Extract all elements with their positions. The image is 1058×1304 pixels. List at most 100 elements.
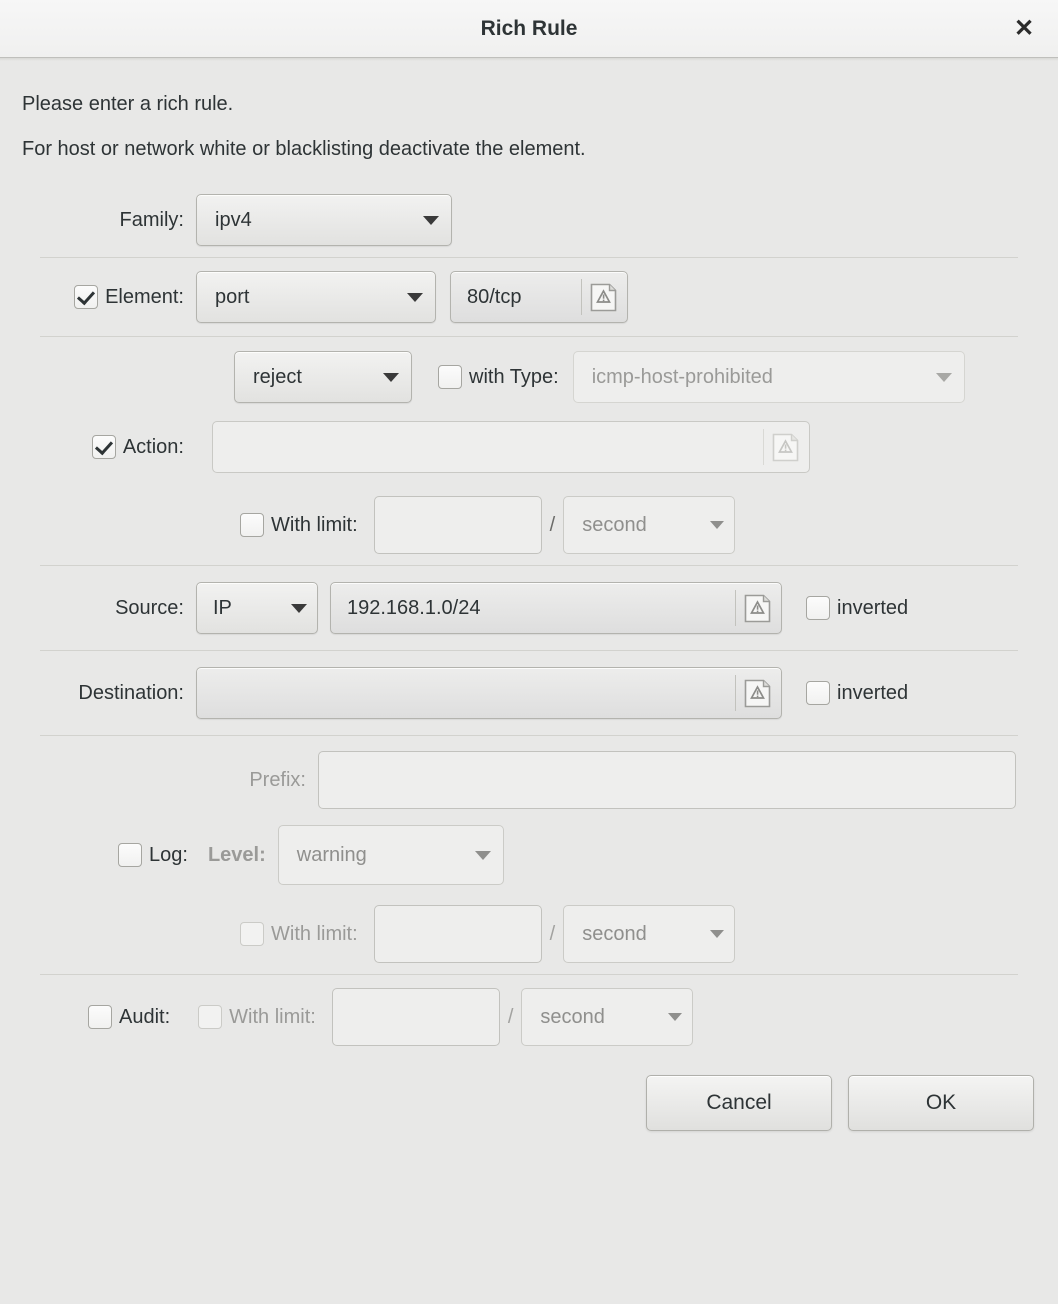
element-value-text: 80/tcp [467,285,522,308]
log-level-row: Log: Level: warning [0,816,1058,894]
audit-limit-label: With limit: [229,1005,316,1028]
chevron-down-icon [668,1013,683,1021]
warning-page-icon[interactable] [590,283,617,312]
destination-inverted-label: inverted [837,681,909,704]
intro-line-1: Please enter a rich rule. [22,93,234,115]
with-type-label: with Type: [469,365,559,388]
entry-icon-divider [735,675,736,711]
destination-inverted-checkbox-group[interactable]: inverted [806,681,908,705]
audit-limit-checkbox-group[interactable]: With limit: [198,1005,316,1029]
action-value-entry[interactable] [212,421,810,473]
log-prefix-row: Prefix: [0,736,1058,816]
element-value-entry[interactable]: 80/tcp [450,271,628,323]
family-select-value: ipv4 [215,208,252,231]
dialog-footer: Cancel OK [0,1059,1058,1151]
destination-inverted-checkbox[interactable] [806,681,830,705]
source-type-select[interactable]: IP [196,582,318,634]
audit-row: Audit: With limit: / second [0,975,1058,1059]
family-select[interactable]: ipv4 [196,194,452,246]
audit-limit-separator: / [507,1005,514,1028]
log-label: Log: [149,843,188,866]
action-label: Action: [122,435,184,458]
log-checkbox-group[interactable]: Log: [118,843,188,867]
action-limit-unit-select[interactable]: second [563,496,736,554]
action-limit-checkbox-group[interactable]: With limit: [240,513,358,537]
action-type-select[interactable]: reject [234,351,412,403]
log-limit-checkbox[interactable] [240,922,264,946]
dialog-content: Please enter a rich rule. For host or ne… [0,61,1058,1151]
log-prefix-label: Prefix: [249,768,306,791]
source-value-entry[interactable]: 192.168.1.0/24 [330,582,782,634]
log-limit-unit-value: second [582,922,647,945]
entry-icon-divider [581,279,582,315]
with-type-checkbox[interactable] [438,365,462,389]
source-inverted-checkbox[interactable] [806,596,830,620]
family-row: Family: ipv4 [0,183,1058,257]
element-checkbox[interactable] [74,285,99,309]
warning-page-icon[interactable] [744,594,771,623]
chevron-down-icon [407,292,423,302]
chevron-down-icon [423,215,439,225]
log-limit-input[interactable] [373,905,542,963]
log-prefix-input[interactable] [318,751,1016,809]
source-inverted-label: inverted [837,596,909,619]
source-type-value: IP [213,596,232,619]
action-label-group: Action: [0,435,196,459]
log-limit-unit-select[interactable]: second [563,905,736,963]
source-inverted-checkbox-group[interactable]: inverted [806,596,908,620]
destination-label: Destination: [78,681,184,704]
action-limit-unit-value: second [582,513,647,536]
intro-line-2: For host or network white or blacklistin… [22,138,586,160]
action-row: Action: [0,409,1058,485]
action-limit-separator: / [549,513,556,536]
destination-value-entry[interactable] [196,667,782,719]
destination-row: Destination: inverted [0,651,1058,735]
source-row: Source: IP 192.168.1.0/24 inverted [0,566,1058,650]
action-type-value: reject [253,365,302,388]
log-limit-checkbox-group[interactable]: With limit: [240,922,358,946]
audit-limit-unit-select[interactable]: second [521,988,694,1046]
source-label: Source: [115,596,184,619]
warning-page-icon[interactable] [772,433,799,462]
chevron-down-icon [710,521,725,529]
action-limit-checkbox[interactable] [240,513,264,537]
action-limit-label: With limit: [271,513,358,536]
action-limit-input[interactable] [373,496,542,554]
action-block: reject with Type: icmp-host-prohibited A… [0,337,1058,565]
dialog-title: Rich Rule [480,17,578,40]
chevron-down-icon [291,603,307,613]
source-value-text: 192.168.1.0/24 [347,596,481,619]
log-limit-label: With limit: [271,922,358,945]
log-checkbox[interactable] [118,843,142,867]
action-checkbox[interactable] [91,435,116,459]
chevron-down-icon [935,372,952,382]
element-type-value: port [215,285,250,308]
element-type-select[interactable]: port [196,271,436,323]
icmp-type-value: icmp-host-prohibited [591,365,773,388]
icmp-type-select[interactable]: icmp-host-prohibited [572,351,965,403]
log-block: Prefix: Log: Level: warning With limit: [0,736,1058,974]
audit-checkbox[interactable] [88,1005,112,1029]
warning-page-icon[interactable] [744,679,771,708]
log-level-select[interactable]: warning [277,825,504,885]
element-label-group: Element: [0,285,196,309]
audit-checkbox-group[interactable]: Audit: [88,1005,170,1029]
log-limit-separator: / [549,922,556,945]
with-type-checkbox-group[interactable]: with Type: [438,365,559,389]
dialog-titlebar: Rich Rule ✕ [0,0,1058,58]
log-level-label: Level: [207,843,266,866]
entry-icon-divider [763,429,764,465]
audit-limit-checkbox[interactable] [198,1005,223,1029]
cancel-button[interactable]: Cancel [646,1075,832,1131]
element-label: Element: [105,285,184,308]
family-label: Family: [119,208,184,231]
element-row: Element: port 80/tcp [0,258,1058,336]
audit-limit-unit-value: second [540,1005,605,1028]
ok-button[interactable]: OK [848,1075,1034,1131]
action-limit-row: With limit: / second [0,485,1058,565]
chevron-down-icon [383,372,399,382]
audit-label: Audit: [119,1005,171,1028]
audit-limit-input[interactable] [331,988,500,1046]
chevron-down-icon [710,930,725,938]
close-icon[interactable]: ✕ [1004,9,1044,49]
